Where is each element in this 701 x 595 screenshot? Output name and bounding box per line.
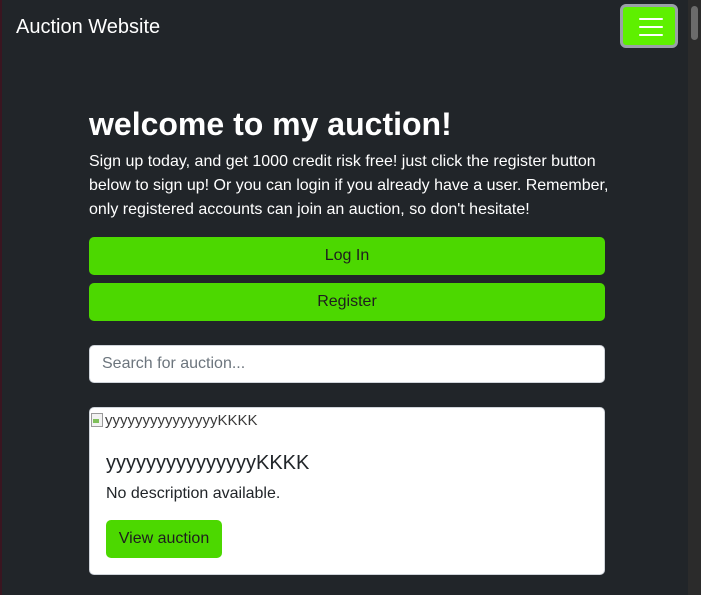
- register-button[interactable]: Register: [89, 283, 605, 321]
- vertical-scrollbar[interactable]: [688, 0, 701, 595]
- page-title: welcome to my auction!: [89, 106, 452, 142]
- navbar-toggler-button[interactable]: [620, 4, 678, 48]
- navbar-brand[interactable]: Auction Website: [16, 15, 160, 39]
- search-input[interactable]: [89, 345, 605, 383]
- hamburger-menu-icon-bar: [639, 26, 663, 28]
- auction-description: No description available.: [106, 485, 281, 502]
- navbar: Auction Website: [0, 0, 688, 54]
- login-button[interactable]: Log In: [89, 237, 605, 275]
- hamburger-menu-icon: [639, 18, 663, 20]
- page: Auction Website welcome to my auction! S…: [0, 0, 701, 595]
- scrollbar-thumb[interactable]: [691, 6, 698, 40]
- view-auction-button[interactable]: View auction: [106, 520, 222, 558]
- auction-title: yyyyyyyyyyyyyyyKKKK: [106, 452, 310, 474]
- hamburger-menu-icon-bar: [639, 34, 663, 36]
- auction-image-alt-text: yyyyyyyyyyyyyyyKKKK: [105, 411, 258, 429]
- window-edge: [0, 0, 2, 595]
- broken-image-icon: [90, 412, 104, 428]
- auction-card: yyyyyyyyyyyyyyyKKKK yyyyyyyyyyyyyyyKKKK …: [89, 407, 605, 575]
- intro-text: Sign up today, and get 1000 credit risk …: [89, 153, 609, 218]
- auction-image: yyyyyyyyyyyyyyyKKKK: [90, 410, 258, 430]
